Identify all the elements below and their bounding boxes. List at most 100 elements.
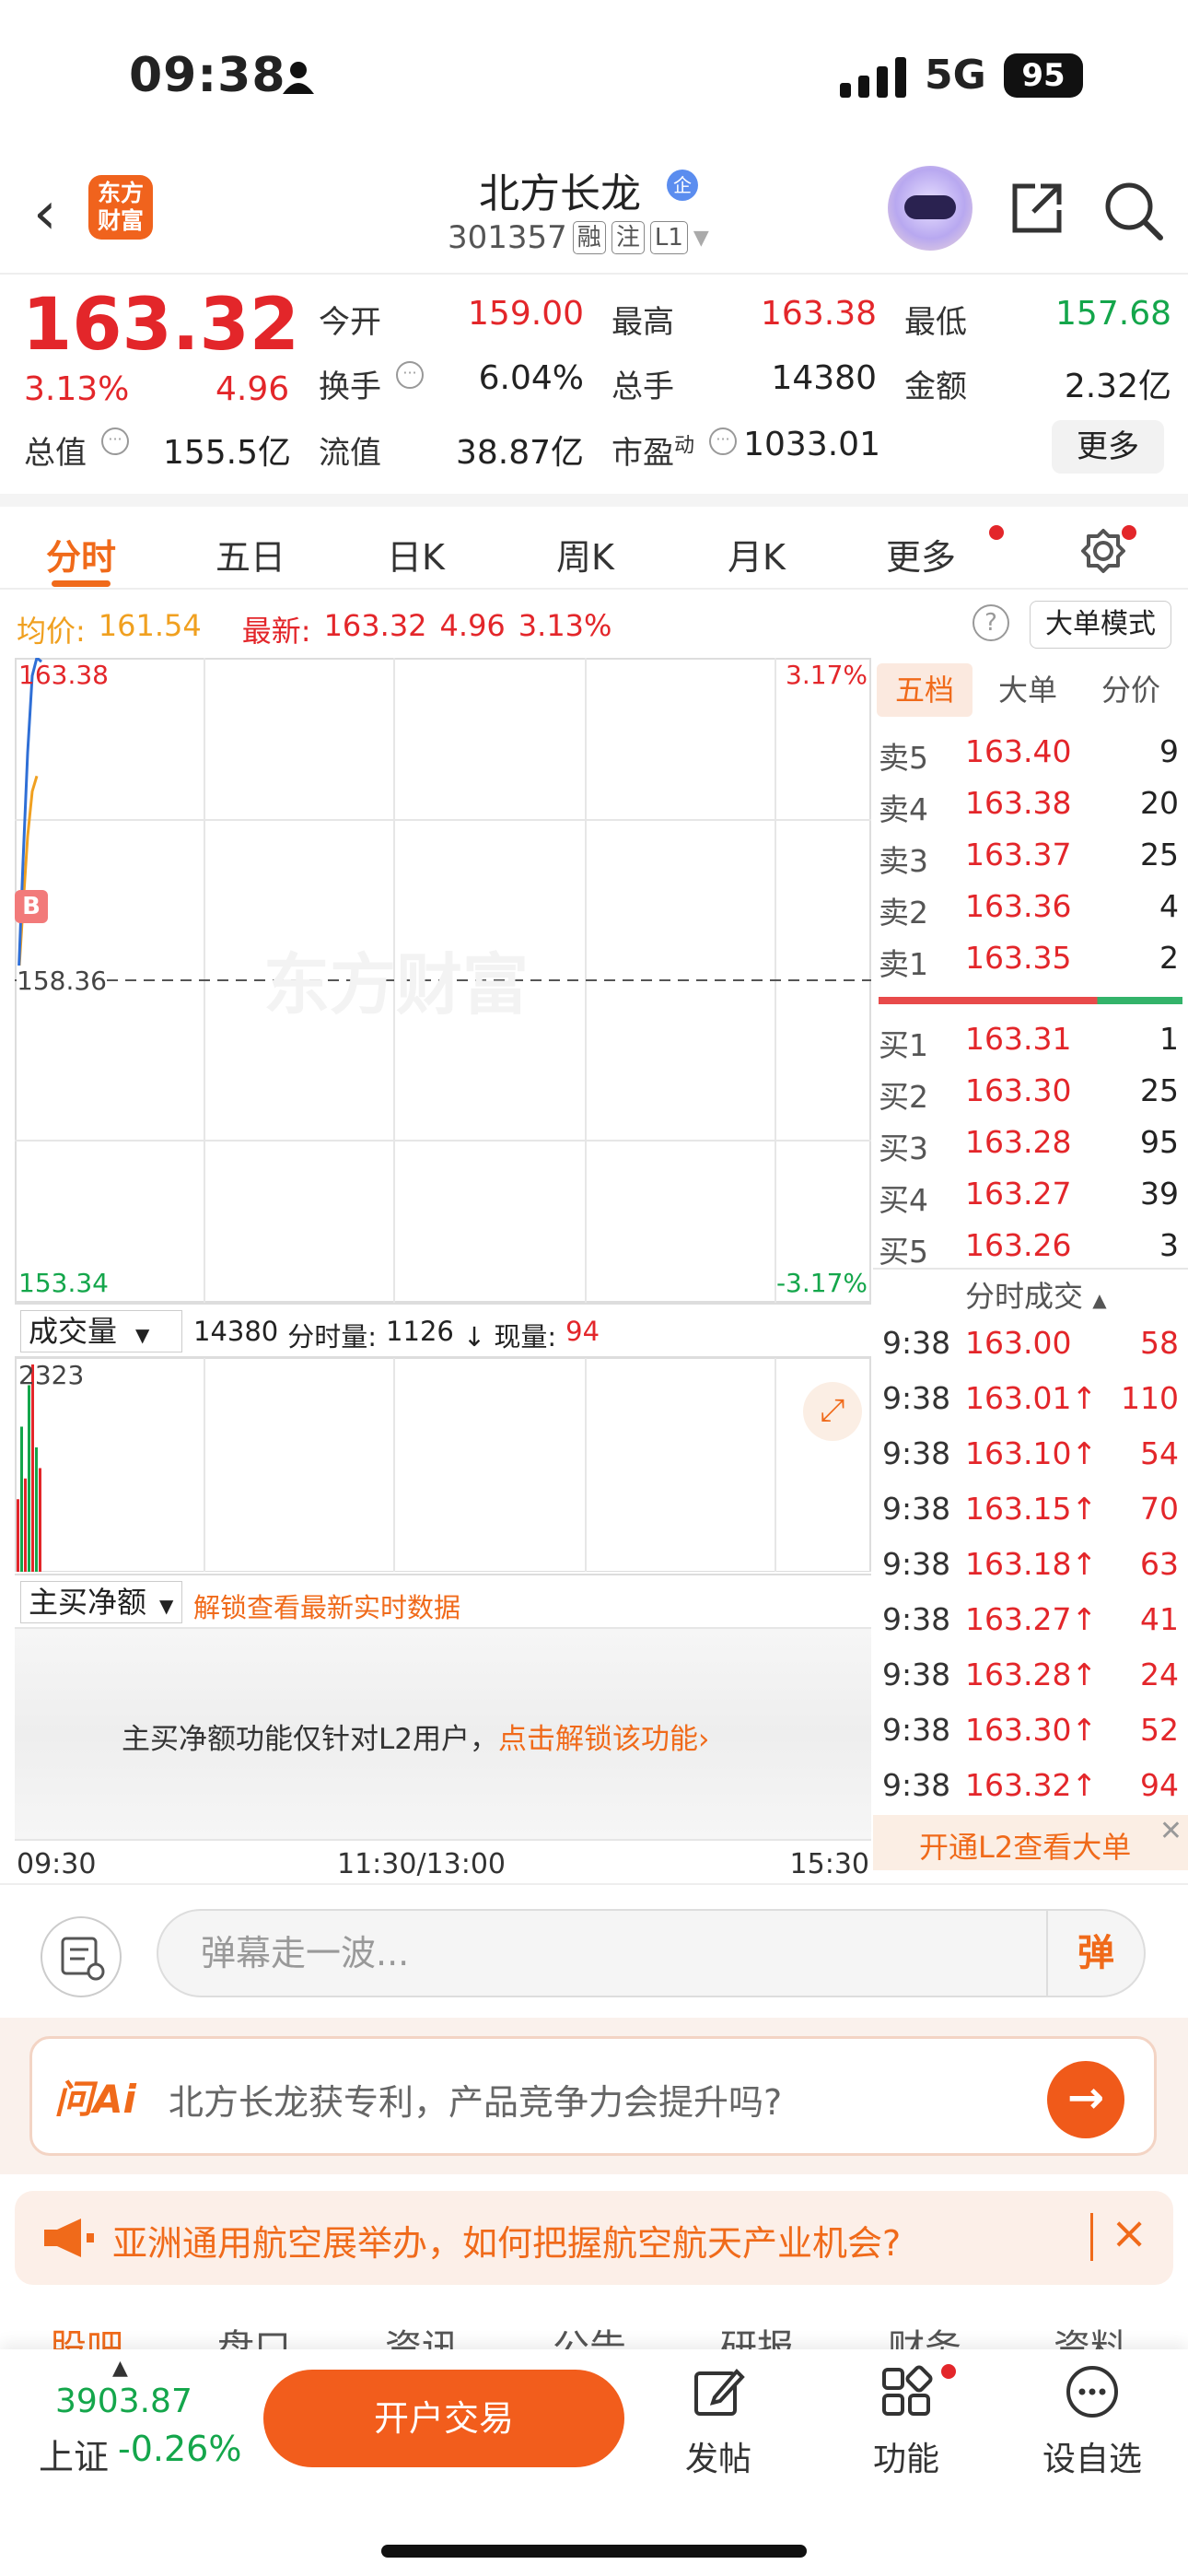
stock-code: 301357 (448, 219, 567, 256)
chart-tabs: 分时 五日 日K 周K 月K 更多 (0, 494, 1188, 590)
close-icon[interactable]: ✕ (1159, 1815, 1182, 1847)
index-change[interactable]: -0.26% (118, 2429, 241, 2469)
net-buy-selector[interactable]: 主买净额 ▼ (20, 1581, 182, 1623)
per-minute-label: 分时量: (287, 1321, 378, 1352)
volume-bar (35, 1447, 38, 1572)
settings-icon[interactable] (1079, 527, 1127, 575)
open-value: 159.00 (468, 295, 584, 333)
signal-icon (840, 57, 906, 98)
buy-marker[interactable]: B (15, 890, 48, 923)
volume-max-label: 2323 (18, 1360, 85, 1390)
news-text[interactable]: 亚洲通用航空展举办，如何把握航空航天产业机会? (112, 2215, 901, 2266)
buy-level-row: 买5 163.26 3 (879, 1227, 1179, 1270)
big-order-mode-button[interactable]: 大单模式 (1030, 601, 1171, 649)
tab-news[interactable]: 资讯 (385, 2318, 459, 2349)
tab-forum[interactable]: 股吧 (50, 2318, 123, 2349)
share-icon[interactable] (1007, 179, 1066, 238)
ai-question-card[interactable]: 问Ai 北方长龙获专利，产品竞争力会提升吗? → (29, 2036, 1157, 2156)
high-value: 163.38 (761, 295, 877, 333)
volume-total: 14380 (193, 1316, 279, 1347)
bottom-toolbar: ▲ 3903.87 上证 -0.26% 开户交易 发帖 功能 设自选 (0, 2349, 1188, 2576)
person-icon (283, 62, 314, 94)
price-info-row: 均价: 161.54 最新: 163.32 4.96 3.13% ? 大单模式 (0, 593, 1188, 658)
tab-intraday[interactable]: 分时 (46, 529, 116, 580)
time-midday: 11:30/13:00 (337, 1848, 507, 1880)
tab-profile[interactable]: 资料 (1054, 2318, 1127, 2349)
tab-finance[interactable]: 财务 (888, 2318, 961, 2349)
ai-robot-avatar[interactable] (888, 166, 973, 251)
danmu-settings-icon[interactable] (41, 1916, 122, 1997)
info-icon[interactable]: ··· (101, 427, 129, 455)
tab-more[interactable]: 更多 (886, 529, 956, 580)
l2-upgrade-banner[interactable]: 开通L2查看大单 ✕ (873, 1815, 1188, 1870)
more-button[interactable]: 更多 (1052, 420, 1164, 474)
news-banner[interactable]: 亚洲通用航空展举办，如何把握航空航天产业机会? × (15, 2191, 1173, 2285)
index-value[interactable]: 3903.87 (55, 2383, 192, 2420)
index-name[interactable]: 上证 (39, 2429, 109, 2479)
expand-icon[interactable]: ⤢ (803, 1382, 862, 1441)
tab-daily-k[interactable]: 日K (387, 529, 445, 580)
trade-button[interactable]: 开户交易 (263, 2370, 624, 2467)
ai-question-text[interactable]: 北方长龙获专利，产品竞争力会提升吗? (169, 2074, 782, 2125)
stock-code-line[interactable]: 301357 融 注 L1 ▼ (448, 219, 709, 256)
buy-sell-ratio-bar (879, 997, 1182, 1004)
tab-announcements[interactable]: 公告 (553, 2318, 626, 2349)
grid-icon (882, 2365, 933, 2416)
add-watchlist-button[interactable]: 设自选 (1037, 2364, 1147, 2480)
info-icon[interactable]: ··· (396, 361, 424, 389)
tab-big-orders[interactable]: 大单 (998, 663, 1057, 717)
tick-row: 9:38 163.15↑ 70 (882, 1491, 1179, 1527)
mktcap-value: 155.5亿 (162, 434, 291, 472)
per-minute-value: 1126 (386, 1316, 454, 1347)
tab-price-distribution[interactable]: 分价 (1101, 663, 1160, 717)
sell-level-row: 卖3 163.37 25 (879, 837, 1179, 879)
unlock-link[interactable]: 解锁查看最新实时数据 (193, 1587, 460, 1625)
danmu-send-button[interactable]: 弹 (1046, 1911, 1144, 1996)
tab-weekly-k[interactable]: 周K (556, 529, 614, 580)
search-icon[interactable] (1101, 179, 1166, 243)
close-icon[interactable]: × (1111, 2207, 1147, 2259)
tick-row: 9:38 163.18↑ 63 (882, 1546, 1179, 1582)
pe-label: 市盈动 (611, 434, 695, 472)
post-button[interactable]: 发帖 (663, 2364, 774, 2480)
turnover-label: 换手 (319, 369, 381, 405)
content-tabs: 股吧 盘口 资讯 公告 研报 财务 资料 (0, 2303, 1188, 2349)
low-label: 最低 (904, 304, 967, 341)
danmu-input[interactable]: 弹幕走一波... 弹 (157, 1909, 1146, 1997)
change-percent: 3.13% (24, 370, 130, 408)
tick-row: 9:38 163.27↑ 41 (882, 1601, 1179, 1637)
enterprise-badge: 企 (667, 170, 698, 201)
chart-bottom-price: 153.34 (18, 1268, 109, 1298)
tick-row: 9:38 163.28↑ 24 (882, 1657, 1179, 1692)
arrow-right-icon[interactable]: → (1047, 2061, 1124, 2138)
more-circle-icon (1066, 2366, 1118, 2418)
time-close: 15:30 (789, 1848, 869, 1880)
l2-unlock-link[interactable]: 点击解锁该功能 (498, 1723, 698, 1756)
edit-icon (694, 2369, 745, 2416)
volume-selector[interactable]: 成交量 ▼ (20, 1310, 182, 1352)
functions-button[interactable]: 功能 (851, 2364, 961, 2480)
notification-dot (989, 525, 1004, 540)
tab-orderbook[interactable]: 盘口 (217, 2318, 291, 2349)
pe-value: 1033.01 (743, 426, 880, 463)
l2-locked-panel: 主买净额功能仅针对L2用户，点击解锁该功能› (15, 1627, 871, 1841)
open-label: 今开 (319, 304, 381, 341)
divider (1090, 2213, 1093, 2261)
tab-research[interactable]: 研报 (720, 2318, 794, 2349)
back-icon[interactable]: ‹ (33, 184, 57, 243)
tag-margin: 融 (572, 221, 606, 254)
buy-level-row: 买4 163.27 39 (879, 1176, 1179, 1218)
sell-level-row: 卖5 163.40 9 (879, 733, 1179, 776)
tab-five-day[interactable]: 五日 (215, 529, 285, 580)
help-icon[interactable]: ? (973, 604, 1009, 641)
turnover-value: 6.04% (478, 359, 584, 397)
sell-level-row: 卖1 163.35 2 (879, 940, 1179, 982)
caret-up-icon: ▲ (112, 2357, 128, 2380)
tab-monthly-k[interactable]: 月K (728, 529, 786, 580)
intraday-chart[interactable]: 东方财富 163.38 158.36 153.34 3.17% -3.17% B (15, 655, 871, 1303)
dropdown-icon[interactable]: ▼ (693, 227, 709, 250)
volume-bar (28, 1385, 30, 1572)
info-icon[interactable]: ··· (709, 427, 737, 455)
tab-five-levels[interactable]: 五档 (877, 663, 973, 717)
ticks-title[interactable]: 分时成交 ▲ (965, 1273, 1107, 1316)
